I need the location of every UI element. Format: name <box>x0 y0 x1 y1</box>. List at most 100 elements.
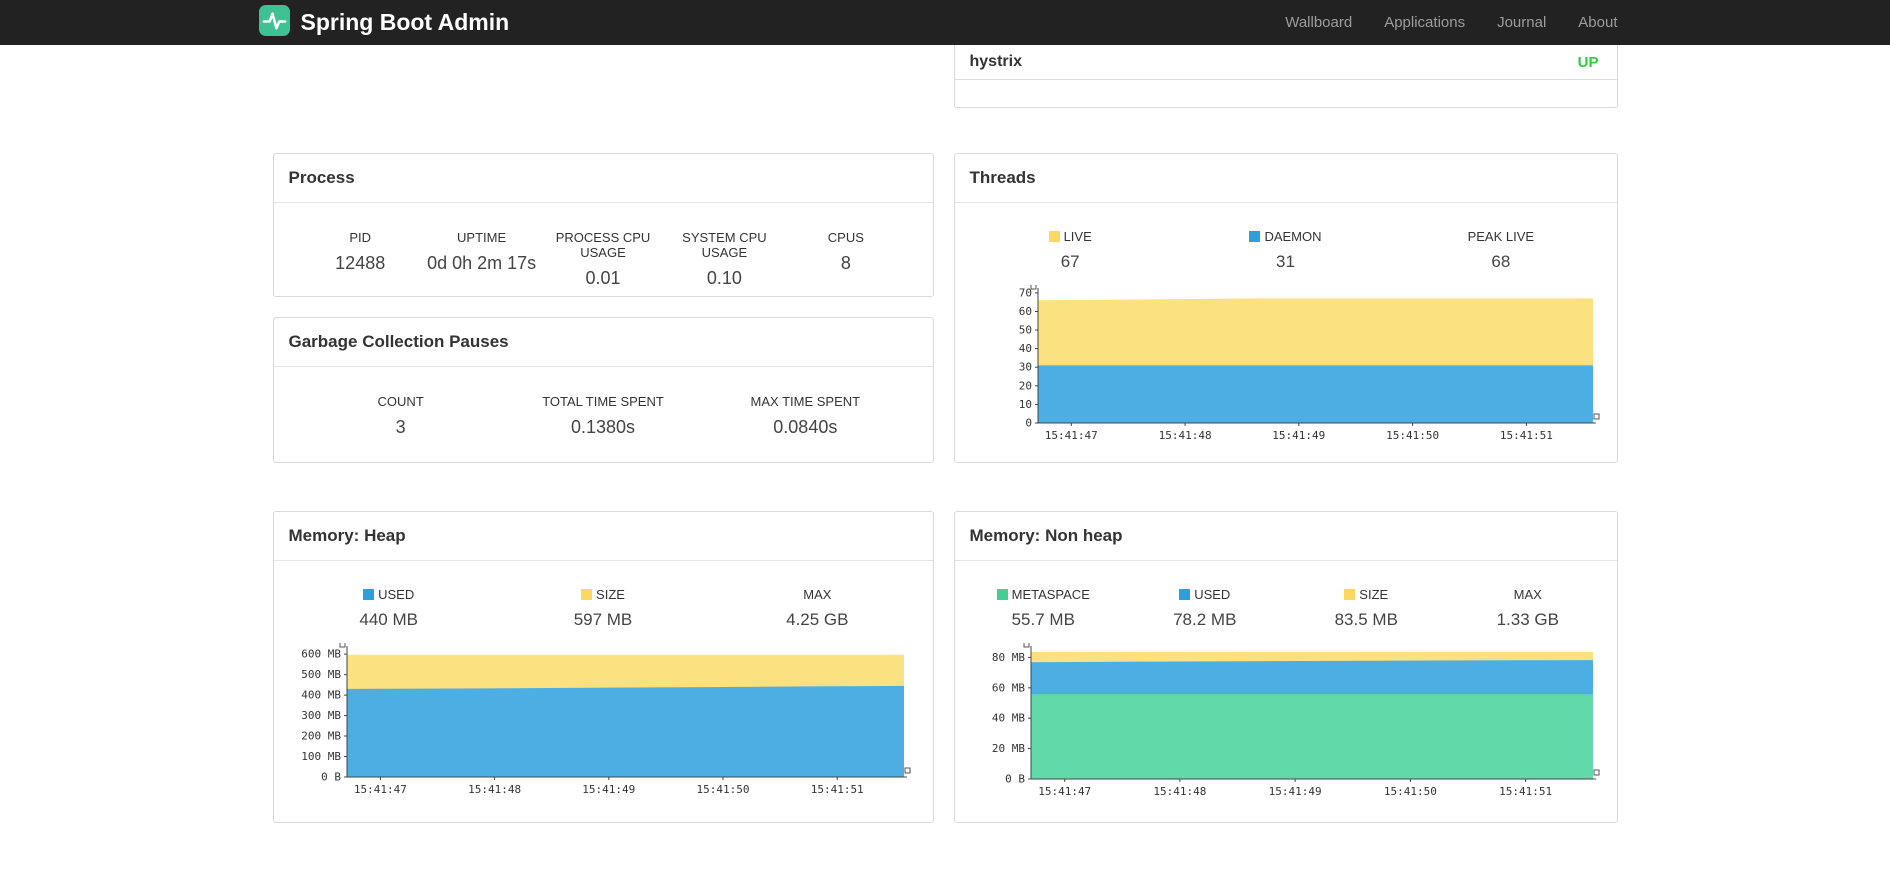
legend-max: MAX 1.33 GB <box>1447 587 1609 630</box>
stat-label: UPTIME <box>457 230 507 245</box>
svg-text:70: 70 <box>1018 286 1031 299</box>
legend-label: PEAK LIVE <box>1467 229 1535 244</box>
stat-label: CPUS <box>827 230 864 245</box>
nav-item-about[interactable]: About <box>1578 14 1617 31</box>
nav-links: Wallboard Applications Journal About <box>1285 14 1617 31</box>
svg-text:60 MB: 60 MB <box>991 681 1024 694</box>
memory-heap-legend: USED 440 MB SIZE 597 MB MAX 4.25 GB <box>274 561 933 630</box>
spring-boot-admin-logo-icon <box>258 4 290 41</box>
memory-nonheap-panel: Memory: Non heap METASPACE 55.7 MB USED … <box>953 511 1618 823</box>
memory-nonheap-chart: 0 B 20 MB 40 MB 60 MB 80 MB 15:41:47 15:41:48 1… <box>991 643 1599 798</box>
svg-text:15:41:50: 15:41:50 <box>1386 429 1439 442</box>
svg-text:15:41:50: 15:41:50 <box>1383 785 1436 798</box>
applications-panel: hystrix UP <box>953 45 1618 108</box>
daemon-swatch-icon <box>1249 231 1261 242</box>
application-row-hystrix[interactable]: hystrix UP <box>954 45 1617 80</box>
size-swatch-icon <box>581 589 593 600</box>
stat-label: PID <box>349 230 372 245</box>
brand[interactable]: Spring Boot Admin <box>258 4 510 41</box>
legend-metaspace: METASPACE 55.7 MB <box>963 587 1125 630</box>
legend-label: USED <box>282 587 496 602</box>
stat-value: 0.01 <box>585 268 621 288</box>
svg-text:40: 40 <box>1018 342 1031 355</box>
legend-value: 67 <box>1060 252 1080 271</box>
svg-text:15:41:49: 15:41:49 <box>582 783 635 796</box>
svg-text:20 MB: 20 MB <box>991 742 1024 755</box>
legend-value: 597 MB <box>573 610 633 629</box>
svg-text:15:41:50: 15:41:50 <box>696 783 749 796</box>
stat-pid: PID 12488 <box>300 230 421 289</box>
threads-legend: LIVE 67 DAEMON 31 PEAK LIVE 68 <box>955 203 1617 272</box>
stat-label: PROCESS CPU USAGE <box>555 230 651 260</box>
stat-process-cpu-usage: PROCESS CPU USAGE 0.01 <box>542 230 663 289</box>
svg-text:10: 10 <box>1018 398 1031 411</box>
brand-title: Spring Boot Admin <box>300 9 510 35</box>
svg-text:300 MB: 300 MB <box>301 709 341 722</box>
svg-text:15:41:47: 15:41:47 <box>1044 429 1097 442</box>
legend-value: 1.33 GB <box>1496 610 1559 629</box>
svg-text:600 MB: 600 MB <box>301 648 341 661</box>
legend-value: 440 MB <box>359 610 418 629</box>
legend-label: METASPACE <box>963 587 1125 602</box>
svg-text:60: 60 <box>1018 305 1031 318</box>
stat-label: TOTAL TIME SPENT <box>542 394 664 409</box>
svg-text:20: 20 <box>1018 379 1031 392</box>
legend-size: SIZE 597 MB <box>496 587 710 630</box>
legend-value: 55.7 MB <box>1011 610 1075 629</box>
svg-text:15:41:48: 15:41:48 <box>1158 429 1211 442</box>
stat-value: 0d 0h 2m 17s <box>427 253 537 273</box>
svg-text:15:41:51: 15:41:51 <box>1499 429 1552 442</box>
svg-text:15:41:51: 15:41:51 <box>1499 785 1552 798</box>
stat-label: MAX TIME SPENT <box>750 394 861 409</box>
garbage-collection-panel: Garbage Collection Pauses COUNT 3 TOTAL … <box>272 317 934 463</box>
memory-nonheap-legend: METASPACE 55.7 MB USED 78.2 MB SIZE 83.5… <box>955 561 1617 630</box>
svg-text:50: 50 <box>1018 324 1031 337</box>
svg-text:15:41:48: 15:41:48 <box>468 783 521 796</box>
size-swatch-icon <box>1344 589 1356 600</box>
threads-panel: Threads LIVE 67 DAEMON 31 PEAK LIVE 68 0… <box>953 153 1618 463</box>
legend-value: 4.25 GB <box>786 610 849 629</box>
process-stats: PID 12488 UPTIME 0d 0h 2m 17s PROCESS CP… <box>274 203 933 289</box>
main-nav: Wallboard Applications Journal About <box>1285 14 1617 31</box>
threads-chart: 0 10 20 30 40 50 60 70 15:41:47 15:41:48 15:41:49 1… <box>1018 285 1599 442</box>
stat-value: 0.10 <box>706 268 742 288</box>
process-panel: Process PID 12488 UPTIME 0d 0h 2m 17s PR… <box>272 153 934 297</box>
stat-uptime: UPTIME 0d 0h 2m 17s <box>421 230 542 289</box>
stat-value: 0.1380s <box>570 417 636 437</box>
svg-text:100 MB: 100 MB <box>301 750 341 763</box>
svg-text:30: 30 <box>1018 361 1031 374</box>
gc-stats: COUNT 3 TOTAL TIME SPENT 0.1380s MAX TIM… <box>274 367 933 438</box>
legend-value: 83.5 MB <box>1334 610 1398 629</box>
legend-label: LIVE <box>963 229 1178 244</box>
legend-value: 68 <box>1491 252 1511 271</box>
legend-label: MAX <box>1513 587 1542 602</box>
legend-used: USED 78.2 MB <box>1124 587 1286 630</box>
application-name[interactable]: hystrix <box>970 53 1022 71</box>
gc-panel-title: Garbage Collection Pauses <box>273 318 933 367</box>
svg-text:500 MB: 500 MB <box>301 668 341 681</box>
legend-max: MAX 4.25 GB <box>710 587 924 630</box>
svg-text:15:41:51: 15:41:51 <box>810 783 863 796</box>
process-panel-title: Process <box>273 154 933 203</box>
legend-label: MAX <box>803 587 832 602</box>
stat-gc-max-time: MAX TIME SPENT 0.0840s <box>704 394 906 438</box>
stat-value: 3 <box>395 417 406 437</box>
stat-label: COUNT <box>377 394 424 409</box>
svg-text:15:41:49: 15:41:49 <box>1268 785 1321 798</box>
svg-text:200 MB: 200 MB <box>301 730 341 743</box>
legend-value: 31 <box>1276 252 1295 271</box>
memory-nonheap-panel-title: Memory: Non heap <box>954 512 1617 561</box>
memory-heap-panel-title: Memory: Heap <box>273 512 933 561</box>
nav-item-applications[interactable]: Applications <box>1384 14 1465 31</box>
stat-gc-total-time: TOTAL TIME SPENT 0.1380s <box>502 394 704 438</box>
memory-heap-chart: 0 B 100 MB 200 MB 300 MB 400 MB 500 MB 600 MB 1… <box>301 643 910 796</box>
page-content: hystrix UP Process PID 12488 UPTIME 0d 0… <box>272 45 1618 823</box>
svg-text:15:41:47: 15:41:47 <box>353 783 406 796</box>
svg-text:0: 0 <box>1025 417 1032 430</box>
nav-item-wallboard[interactable]: Wallboard <box>1285 14 1352 31</box>
threads-panel-title: Threads <box>954 154 1617 203</box>
legend-value: 78.2 MB <box>1173 610 1237 629</box>
svg-text:15:41:49: 15:41:49 <box>1272 429 1325 442</box>
metaspace-swatch-icon <box>996 589 1008 600</box>
nav-item-journal[interactable]: Journal <box>1497 14 1546 31</box>
